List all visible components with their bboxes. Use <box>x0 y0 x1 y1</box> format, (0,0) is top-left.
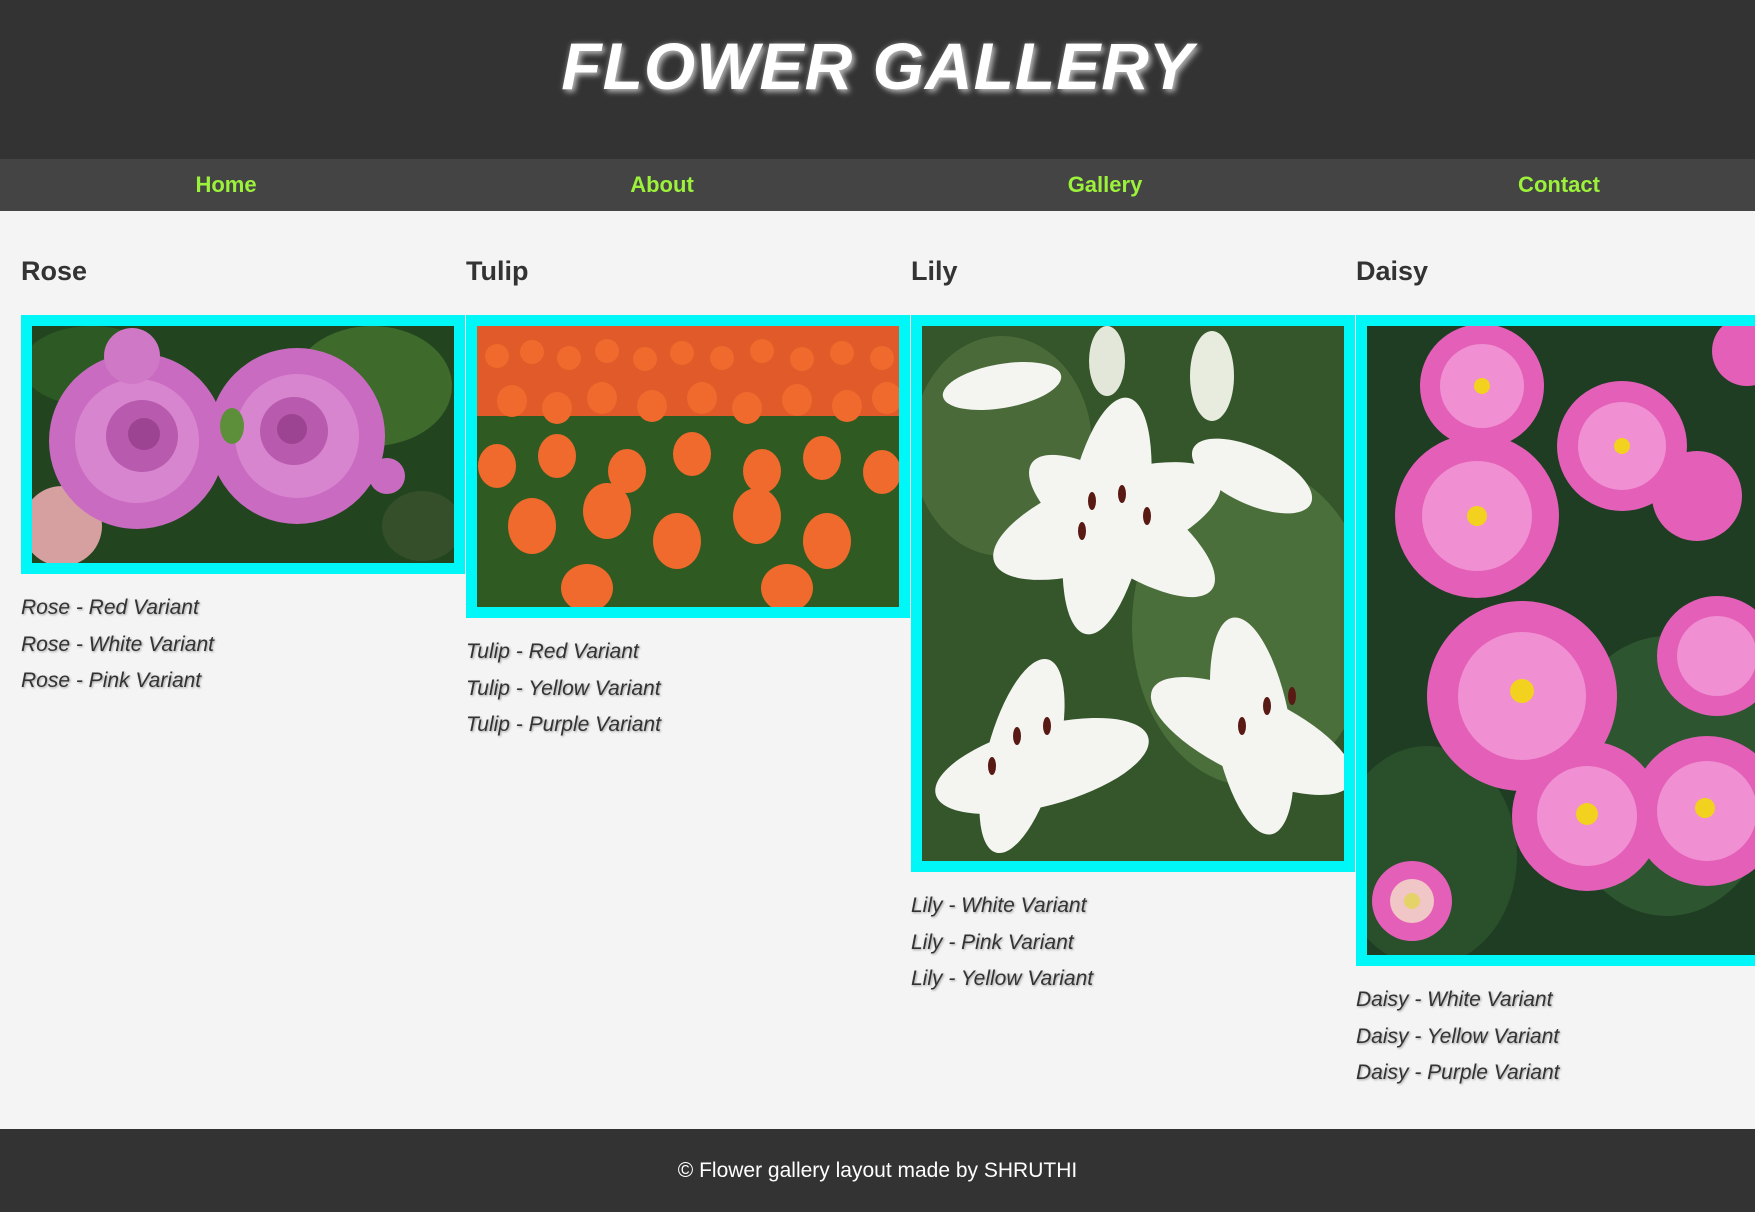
site-header: FLOWER GALLERY <box>0 0 1755 159</box>
flower-title: Lily <box>911 256 958 286</box>
rose-image <box>21 315 465 574</box>
list-item: Tulip - Yellow Variant <box>466 676 661 700</box>
flower-title: Daisy <box>1356 256 1429 286</box>
list-item: Lily - Pink Variant <box>911 930 1074 954</box>
variant-list: Daisy - White Variant Daisy - Yellow Var… <box>1356 982 1559 1092</box>
list-item: Daisy - Purple Variant <box>1356 1061 1560 1084</box>
main-nav: Home About Gallery Contact <box>0 159 1755 211</box>
list-item: Rose - Pink Variant <box>21 669 202 692</box>
footer-text: © Flower gallery layout made by SHRUTHI <box>677 1158 1078 1182</box>
list-item: Daisy - Yellow Variant <box>1356 1024 1560 1048</box>
site-title: FLOWER GALLERY <box>561 28 1194 103</box>
nav-home-link[interactable]: Home <box>195 159 256 211</box>
nav-gallery-link[interactable]: Gallery <box>1068 159 1143 211</box>
list-item: Tulip - Purple Variant <box>466 713 661 736</box>
tulip-image <box>466 315 910 618</box>
list-item: Lily - White Variant <box>911 894 1087 917</box>
list-item: Rose - Red Variant <box>21 596 199 619</box>
site-footer: © Flower gallery layout made by SHRUTHI <box>0 1129 1755 1212</box>
gallery-grid: Rose Rose - Red Variant Rose - White Var… <box>0 211 1755 1129</box>
lily-image <box>911 315 1355 872</box>
list-item: Lily - Yellow Variant <box>911 967 1094 990</box>
daisy-image <box>1356 315 1755 966</box>
variant-list: Tulip - Red Variant Tulip - Yellow Varia… <box>466 634 661 744</box>
flower-title: Tulip <box>466 256 529 286</box>
list-item: Daisy - White Variant <box>1356 988 1553 1011</box>
variant-list: Lily - White Variant Lily - Pink Variant… <box>911 888 1093 998</box>
variant-list: Rose - Red Variant Rose - White Variant … <box>21 590 214 700</box>
nav-contact-link[interactable]: Contact <box>1518 159 1600 211</box>
list-item: Tulip - Red Variant <box>466 640 639 663</box>
flower-title: Rose <box>21 256 88 286</box>
nav-about-link[interactable]: About <box>630 159 694 211</box>
list-item: Rose - White Variant <box>21 632 214 656</box>
